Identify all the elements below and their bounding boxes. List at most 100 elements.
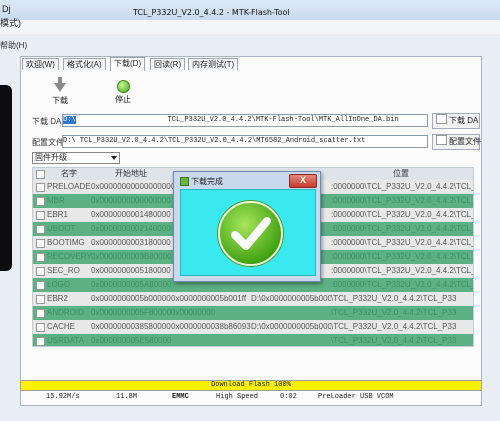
cell-start: 0x0000000001480000 — [91, 210, 171, 219]
scatter-path: D:\ TCL_P332U_V2.0_4.4.2\TCL_P332U_V2.0_… — [63, 137, 366, 145]
cell-start: 0x0000000000000000 — [91, 196, 171, 205]
scatter-button[interactable]: 配置文件 — [432, 134, 481, 150]
cell-name: PRELOADER — [47, 182, 91, 191]
window-title-fragment: Dj — [2, 4, 11, 14]
download-agent-label: 下载 DA — [32, 117, 62, 126]
cell-name: EBR1 — [47, 210, 68, 219]
row-checkbox[interactable] — [36, 281, 45, 290]
cell-name: LOGO — [47, 280, 71, 289]
cell-start: 0x0000000002140000 — [91, 224, 171, 233]
cell-start: 0x0000000005180000 — [91, 266, 171, 275]
tab-readback[interactable]: 回读(R) — [150, 58, 186, 70]
cell-start: 0x0000000005b00000 — [91, 294, 171, 303]
cell-start: 0x0000000038580000 — [91, 322, 171, 331]
download-complete-dialog: 下载完成 X — [173, 171, 321, 282]
table-row[interactable]: CACHE 0x0000000038580000 0x0000000038b8609… — [33, 320, 473, 334]
cell-start: 0x0000000003180000 — [91, 238, 171, 247]
row-checkbox[interactable] — [36, 267, 45, 276]
cell-region — [251, 306, 331, 320]
row-checkbox[interactable] — [36, 309, 45, 318]
download-agent-path-rest: TCL_P332U_V2.0_4.4.2\MTK-Flash-Tool\MTK_… — [167, 116, 399, 124]
row-checkbox[interactable] — [36, 239, 45, 248]
progress-text: Download Flash 100% — [211, 381, 291, 389]
stop-button[interactable]: 停止 — [110, 80, 136, 105]
background-device-edge — [0, 85, 12, 271]
dialog-app-icon — [180, 177, 189, 186]
cell-location: :0000000\TCL_P332U_V2.0_4.4.2\TCL_P33 — [331, 252, 473, 261]
column-header-name: 名字 — [61, 169, 77, 178]
cell-location: :0000000\TCL_P332U_V2.0_4.4.2\TCL_P33 — [331, 280, 473, 289]
mode-select[interactable]: 固件升级 — [32, 152, 120, 164]
window-titlebar: Dj TCL_P332U_V2.0_4.4.2 - MTK-Flash-Tool — [0, 0, 500, 21]
download-button[interactable]: 下载 — [48, 77, 72, 106]
download-agent-path-selected: D:\ — [63, 116, 76, 124]
row-checkbox[interactable] — [36, 337, 45, 346]
cell-location: :0000000\TCL_P332U_V2.0_4.4.2\TCL_P33 — [331, 266, 473, 275]
cell-location: :0000000\TCL_P332U_V2.0_4.4.2\TCL_P33 — [331, 238, 473, 247]
cell-name: USRDATA — [47, 336, 85, 345]
table-row[interactable]: EBR2 0x0000000005b00000 0x0000000005b001ff… — [33, 292, 473, 306]
download-agent-button[interactable]: 下载 DA — [432, 113, 480, 129]
status-size: 11.8M — [116, 393, 138, 401]
row-checkbox[interactable] — [36, 211, 45, 220]
cell-start: 0x0000000000000000 — [91, 182, 171, 191]
cell-start: 0x0000000003B80000 — [91, 252, 171, 261]
status-port: PreLoader USB VCOM — [318, 393, 394, 401]
row-checkbox[interactable] — [36, 225, 45, 234]
stop-button-label: 停止 — [115, 95, 131, 104]
cell-name: CACHE — [47, 322, 76, 331]
cell-location: :0000000\TCL_P332U_V2.0_4.4.2\TCL_P33 — [331, 210, 473, 219]
cell-location: :0000000\TCL_P332U_V2.0_4.4.2\TCL_P33 — [331, 196, 473, 205]
column-header-location: 位置 — [393, 169, 409, 178]
status-usb-speed: High Speed — [216, 393, 259, 401]
cell-start: 0x0000000005F80000 — [91, 308, 171, 317]
status-time: 0:02 — [280, 393, 297, 401]
menu-help[interactable]: 帮助(H) — [0, 40, 27, 51]
window-title: TCL_P332U_V2.0_4.4.2 - MTK-Flash-Tool — [133, 8, 290, 17]
download-arrow-icon — [54, 77, 66, 92]
cell-name: ANDROID — [47, 308, 84, 317]
dialog-title: 下载完成 — [191, 177, 223, 186]
scatter-label: 配置文件 — [32, 138, 64, 147]
cell-location: :0000000\TCL_P332U_V2.0_4.4.2\TCL_P33 — [331, 224, 473, 233]
cell-name: BOOTIMG — [47, 238, 85, 247]
cell-start: 0x000000005E580000 — [91, 336, 171, 345]
download-agent-path-field[interactable]: D:\ TCL_P332U_V2.0_4.4.2\MTK-Flash-Tool\M… — [62, 114, 428, 127]
tab-welcome[interactable]: 欢迎(W) — [22, 58, 59, 70]
row-checkbox[interactable] — [36, 253, 45, 262]
stop-icon — [116, 80, 130, 93]
tab-format[interactable]: 格式化(A) — [63, 58, 106, 70]
table-row[interactable]: USRDATA 0x000000005E580000 \TCL_P332U_V2.0… — [33, 334, 473, 346]
cell-region: D:\0x0000000005b00000 — [251, 294, 331, 303]
cell-name: EBR2 — [47, 294, 68, 303]
chevron-down-icon — [111, 156, 117, 160]
download-progress-bar: Download Flash 100% — [20, 380, 482, 391]
row-checkbox[interactable] — [36, 323, 45, 332]
status-area: Download Flash 100% 15.92M/s 11.8M EMMC … — [20, 380, 482, 408]
row-checkbox[interactable] — [36, 295, 45, 304]
table-row[interactable]: ANDROID 0x0000000005F80000 0x00000000 \TCL_… — [33, 306, 473, 320]
cell-location: :0000000\TCL_P332U_V2.0_4.4.2\TCL_P33 — [331, 182, 473, 191]
close-button[interactable]: X — [289, 174, 317, 188]
download-button-label: 下载 — [52, 96, 68, 105]
cell-name: UBOOT — [47, 224, 76, 233]
status-speed: 15.92M/s — [46, 393, 80, 401]
menu-mode[interactable]: 模式) — [0, 16, 21, 29]
row-checkbox[interactable] — [36, 183, 45, 192]
file-icon — [436, 135, 447, 145]
cell-region: D:\0x0000000005b00000 — [251, 322, 331, 331]
dialog-content — [180, 189, 316, 276]
file-icon — [436, 114, 447, 124]
scatter-path-field[interactable]: D:\ TCL_P332U_V2.0_4.4.2\TCL_P332U_V2.0_… — [62, 135, 428, 148]
cell-end: 0x00000000 — [171, 308, 216, 317]
cell-location: \TCL_P332U_V2.0_4.4.2\TCL_P33 — [331, 322, 457, 331]
cell-end — [171, 334, 251, 346]
tab-memory-test[interactable]: 内存测试(T) — [188, 58, 239, 70]
tab-download[interactable]: 下载(D) — [110, 57, 146, 71]
header-checkbox[interactable] — [36, 170, 45, 179]
cell-name: RECOVERY — [47, 252, 91, 261]
row-checkbox[interactable] — [36, 197, 45, 206]
cell-end: 0x0000000038b86093 — [171, 322, 251, 331]
menubar: 模式) — [0, 18, 500, 34]
cell-location: \TCL_P332U_V2.0_4.4.2\TCL_P33 — [331, 294, 457, 303]
